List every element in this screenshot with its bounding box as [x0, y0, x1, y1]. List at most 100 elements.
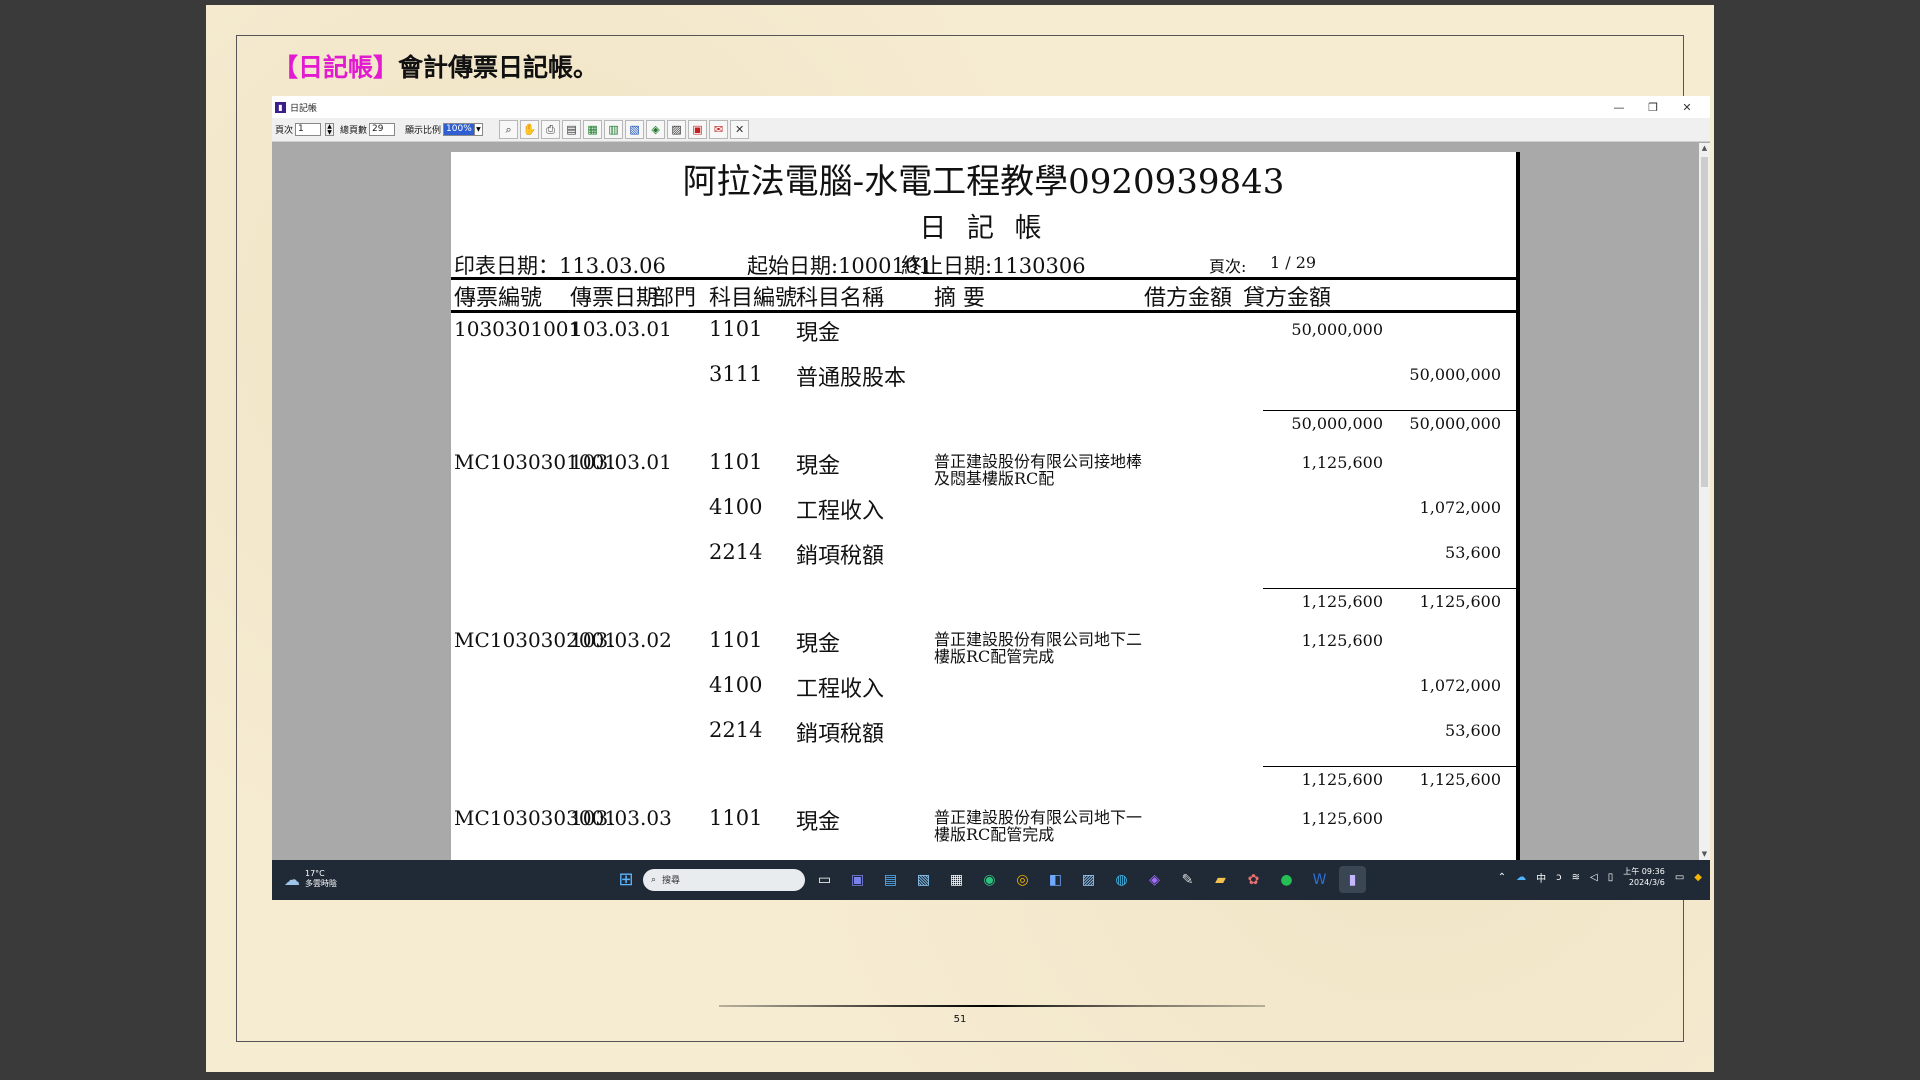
pdf-icon[interactable]: ▣	[688, 120, 708, 139]
chevron-up-icon[interactable]: ⌃	[1498, 872, 1506, 883]
excel-icon[interactable]: ▥	[604, 120, 624, 139]
end-date: 終止日期:1130306	[901, 254, 1086, 278]
image-viewer-icon[interactable]: ▨	[1075, 866, 1102, 893]
export-icon[interactable]: ▦	[583, 120, 603, 139]
taskbar-search[interactable]: ⌕ 搜尋	[643, 868, 805, 891]
copilot-icon[interactable]: ◆	[1694, 872, 1702, 883]
company-name: 阿拉法電腦-水電工程教學0920939843	[682, 162, 1285, 202]
volume-icon[interactable]: ◁	[1590, 872, 1598, 883]
scroll-up-icon[interactable]: ▲	[1699, 143, 1710, 154]
battery-icon[interactable]: ▯	[1608, 872, 1614, 883]
page-input[interactable]: 1	[295, 123, 322, 136]
wifi-icon[interactable]: ≋	[1572, 872, 1580, 883]
total-debit: 50,000,000	[1291, 414, 1383, 433]
slide-frame: 【日記帳】會計傳票日記帳。 ▮ 日記帳 — ❐ ✕ 頁次 1 ▲ ▼ 總頁數 29…	[236, 35, 1710, 1042]
report-page-label: 頁次:	[1209, 257, 1247, 276]
total-pages-field: 29	[369, 123, 396, 136]
page-icon[interactable]: ▤	[562, 120, 582, 139]
page-spinner[interactable]: ▲ ▼	[325, 123, 335, 136]
edge-icon[interactable]: ◉	[976, 866, 1003, 893]
clock-time: 上午 09:36	[1623, 867, 1665, 876]
total-pages-label: 總頁數	[340, 126, 368, 136]
window-controls: — ❐ ✕	[1602, 96, 1704, 118]
vertical-scrollbar[interactable]: ▲ ▼	[1699, 143, 1710, 860]
task-view-icon[interactable]: ▭	[811, 866, 838, 893]
journal-app-icon[interactable]: ▮	[1339, 866, 1366, 893]
tools-icon[interactable]: ✎	[1174, 866, 1201, 893]
voucher-date: 103.03.02	[570, 628, 672, 652]
taskbar-clock[interactable]: 上午 09:36 2024/3/6	[1623, 866, 1665, 888]
heading-text: 會計傳票日記帳。	[398, 53, 599, 82]
page-label: 頁次	[275, 126, 294, 136]
restore-button[interactable]: ❐	[1636, 96, 1670, 118]
debit-amount: 1,125,600	[1301, 809, 1383, 828]
text-icon[interactable]: ▨	[667, 120, 687, 139]
close-icon[interactable]: ✕	[730, 120, 750, 139]
notification-icon[interactable]: ▭	[1675, 872, 1684, 883]
subtotal-rule	[1263, 410, 1516, 411]
account-name: 現金	[796, 632, 841, 657]
windows-taskbar: ☁ 17°C 多雲時陰 ⊞ ⌕ 搜尋 ▭ ▣ ▤ ▧ ▦ ◉ ◎ ◧ ▨ ◍ ◈…	[272, 860, 1710, 900]
app-icon-blue[interactable]: ◧	[1042, 866, 1069, 893]
memo-text: 普正建設股份有限公司地下一樓版RC配管完成	[934, 808, 1143, 844]
debit-amount: 50,000,000	[1291, 320, 1383, 339]
voucher-no: 1030301001	[454, 317, 582, 341]
journal-report-page: 阿拉法電腦-水電工程教學0920939843 日 記 帳 印表日期：113.03…	[451, 152, 1520, 860]
debit-amount: 1,125,600	[1301, 631, 1383, 650]
teams-icon[interactable]: ▣	[844, 866, 871, 893]
voucher-date: 103.03.01	[570, 317, 672, 341]
folder-icon[interactable]: ▰	[1207, 866, 1234, 893]
notepad-icon[interactable]: ▤	[877, 866, 904, 893]
account-code: 2214	[709, 540, 763, 564]
col-memo: 摘 要	[934, 286, 985, 311]
toolbar-icon-group: ⌕ ✋ ⎙ ▤ ▦ ▥ ▧ ◈ ▨ ▣ ✉ ✕	[499, 120, 750, 139]
photos-icon[interactable]: ▧	[910, 866, 937, 893]
search-icon[interactable]: ⌕	[499, 120, 519, 139]
minimize-button[interactable]: —	[1602, 96, 1636, 118]
email-icon[interactable]: ✉	[709, 120, 729, 139]
globe-icon[interactable]: ◍	[1108, 866, 1135, 893]
credit-amount: 1,072,000	[1419, 498, 1501, 517]
header-bottom-rule	[451, 310, 1516, 313]
ime-indicator[interactable]: 中	[1536, 870, 1546, 885]
voucher-date: 103.03.01	[570, 450, 672, 474]
paint-icon[interactable]: ✿	[1240, 866, 1267, 893]
scroll-thumb[interactable]	[1701, 157, 1708, 487]
windows-start-icon[interactable]: ⊞	[615, 869, 637, 891]
print-icon[interactable]: ⎙	[541, 120, 561, 139]
account-name: 現金	[796, 321, 841, 346]
window-titlebar: ▮ 日記帳 — ❐ ✕	[272, 96, 1710, 118]
store-icon[interactable]: ▦	[943, 866, 970, 893]
close-window-button[interactable]: ✕	[1670, 96, 1704, 118]
word-icon[interactable]: ▧	[625, 120, 645, 139]
onedrive-icon[interactable]: ☁	[1516, 872, 1526, 883]
word-app-icon[interactable]: W	[1306, 866, 1333, 893]
total-credit: 50,000,000	[1409, 414, 1501, 433]
credit-amount: 1,072,000	[1419, 676, 1501, 695]
account-code: 1101	[709, 806, 763, 830]
html-icon[interactable]: ◈	[646, 120, 666, 139]
total-debit: 1,125,600	[1301, 592, 1383, 611]
subtotal-rule	[1263, 588, 1516, 589]
report-toolbar: 頁次 1 ▲ ▼ 總頁數 29 顯示比例 100% ▼ ⌕ ✋ ⎙ ▤ ▦ ▥ ▧	[272, 118, 1710, 142]
system-tray: ⌃ ☁ 中 ↄ ≋ ◁ ▯ 上午 09:36 2024/3/6 ▭ ◆	[1498, 866, 1702, 888]
hand-icon[interactable]: ✋	[520, 120, 540, 139]
ime-mode-icon[interactable]: ↄ	[1556, 872, 1562, 883]
slide-page-number: 51	[953, 1014, 967, 1025]
account-name: 現金	[796, 810, 841, 835]
account-code: 4100	[709, 673, 763, 697]
report-title: 日 記 帳	[919, 213, 1048, 244]
taskbar-apps: ⊞ ⌕ 搜尋 ▭ ▣ ▤ ▧ ▦ ◉ ◎ ◧ ▨ ◍ ◈ ✎ ▰ ✿ ● W ▮	[615, 866, 1366, 893]
chrome-icon[interactable]: ◎	[1009, 866, 1036, 893]
memo-text: 普正建設股份有限公司接地棒及悶基樓版RC配	[934, 452, 1143, 488]
slide-background: 【日記帳】會計傳票日記帳。 ▮ 日記帳 — ❐ ✕ 頁次 1 ▲ ▼ 總頁數 29…	[206, 5, 1714, 1072]
report-viewport: 阿拉法電腦-水電工程教學0920939843 日 記 帳 印表日期：113.03…	[272, 143, 1710, 860]
window-title: 日記帳	[290, 103, 318, 114]
weather-desc: 多雲時陰	[305, 879, 337, 888]
line-icon[interactable]: ●	[1273, 866, 1300, 893]
scroll-down-icon[interactable]: ▼	[1699, 849, 1710, 860]
account-code: 1101	[709, 450, 763, 474]
visual-studio-icon[interactable]: ◈	[1141, 866, 1168, 893]
weather-widget[interactable]: ☁ 17°C 多雲時陰	[284, 869, 337, 889]
zoom-select[interactable]: 100% ▼	[443, 123, 484, 136]
